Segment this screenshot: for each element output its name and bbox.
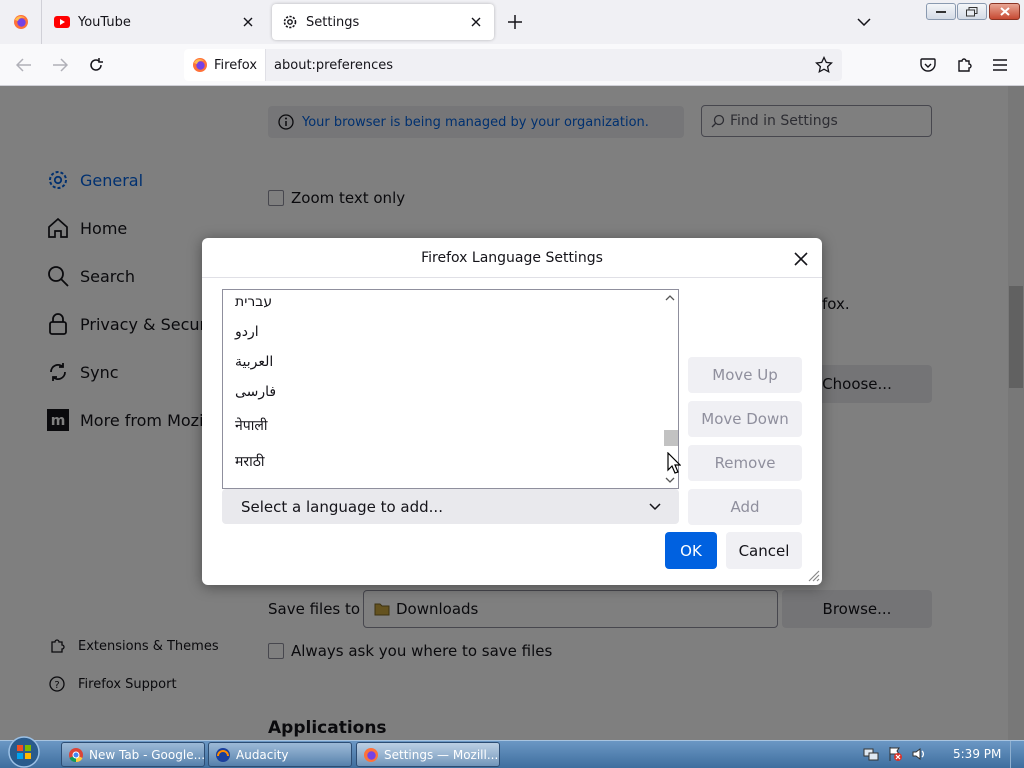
extensions-puzzle-icon[interactable] xyxy=(952,53,976,77)
navigation-toolbar: Firefox about:preferences xyxy=(0,44,1024,86)
list-item[interactable]: मराठी xyxy=(235,452,264,471)
system-tray xyxy=(862,745,934,763)
chevron-down-icon[interactable] xyxy=(852,12,876,32)
list-item[interactable]: नेपाली xyxy=(235,416,267,435)
youtube-icon xyxy=(54,16,70,28)
url-text[interactable]: about:preferences xyxy=(274,58,393,73)
move-up-button[interactable]: Move Up xyxy=(688,357,802,393)
windows-taskbar: New Tab - Google... Audacity Settings — … xyxy=(0,736,1024,768)
taskbar-clock[interactable]: 5:39 PM xyxy=(953,747,1001,761)
forward-arrow-icon[interactable] xyxy=(48,53,72,77)
move-down-button[interactable]: Move Down xyxy=(688,401,802,437)
pocket-icon[interactable] xyxy=(916,53,940,77)
add-button[interactable]: Add xyxy=(688,489,802,525)
chrome-icon xyxy=(68,747,84,763)
chevron-down-icon[interactable] xyxy=(664,474,676,486)
tab-bar: YouTube Settings xyxy=(0,0,1024,44)
tab-youtube[interactable]: YouTube xyxy=(44,4,266,40)
taskbar-item-chrome[interactable]: New Tab - Google... xyxy=(61,742,205,767)
list-item[interactable]: اردو xyxy=(235,324,259,340)
new-tab-icon[interactable] xyxy=(503,10,527,34)
tab-label: YouTube xyxy=(78,14,131,30)
list-scrollbar-thumb[interactable] xyxy=(664,430,678,446)
task-label: Audacity xyxy=(236,747,289,762)
identity-box[interactable]: Firefox xyxy=(184,49,267,81)
list-item[interactable]: עברית xyxy=(235,294,272,310)
task-label: Settings — Mozill... xyxy=(384,747,499,762)
language-list[interactable]: עברית اردو العربية فارسی नेपाली मराठी xyxy=(222,289,679,489)
gear-icon xyxy=(282,14,298,30)
close-tab-icon[interactable] xyxy=(468,14,484,30)
action-center-flag-icon[interactable] xyxy=(886,745,904,763)
firefox-view-button[interactable] xyxy=(0,0,42,44)
url-bar[interactable]: Firefox about:preferences xyxy=(184,49,842,81)
minimize-window-button[interactable] xyxy=(926,3,956,20)
volume-icon[interactable] xyxy=(910,745,928,763)
resize-grip-icon[interactable] xyxy=(806,568,820,582)
identity-label: Firefox xyxy=(214,57,258,73)
add-language-select[interactable]: Select a language to add... xyxy=(222,489,679,524)
select-placeholder: Select a language to add... xyxy=(241,497,443,516)
mouse-cursor-icon xyxy=(667,451,682,474)
hamburger-menu-icon[interactable] xyxy=(988,53,1012,77)
firefox-icon xyxy=(363,747,379,763)
network-icon[interactable] xyxy=(862,745,880,763)
audacity-icon xyxy=(215,747,231,763)
star-icon[interactable] xyxy=(814,55,834,75)
restore-window-button[interactable] xyxy=(957,3,987,20)
close-tab-icon[interactable] xyxy=(240,14,256,30)
start-button[interactable] xyxy=(4,735,44,768)
chevron-up-icon[interactable] xyxy=(664,292,676,304)
taskbar-item-firefox[interactable]: Settings — Mozill... xyxy=(356,742,500,767)
firefox-icon xyxy=(192,57,208,73)
close-window-button[interactable] xyxy=(989,3,1020,20)
tab-settings[interactable]: Settings xyxy=(272,4,494,40)
language-settings-dialog: Firefox Language Settings עברית اردو الع… xyxy=(202,238,822,585)
task-label: New Tab - Google... xyxy=(89,747,205,762)
cancel-button[interactable]: Cancel xyxy=(726,532,802,569)
ok-button[interactable]: OK xyxy=(665,532,717,569)
reload-icon[interactable] xyxy=(84,53,108,77)
dialog-title: Firefox Language Settings xyxy=(202,238,822,278)
tab-label: Settings xyxy=(306,14,360,30)
taskbar-item-audacity[interactable]: Audacity xyxy=(208,742,352,767)
list-item[interactable]: فارسی xyxy=(235,384,276,400)
close-icon[interactable] xyxy=(790,248,812,270)
chevron-down-icon xyxy=(647,499,663,515)
show-desktop-button[interactable] xyxy=(1010,741,1024,768)
list-item[interactable]: العربية xyxy=(235,354,273,370)
firefox-icon xyxy=(13,14,29,30)
remove-button[interactable]: Remove xyxy=(688,445,802,481)
back-arrow-icon[interactable] xyxy=(12,53,36,77)
